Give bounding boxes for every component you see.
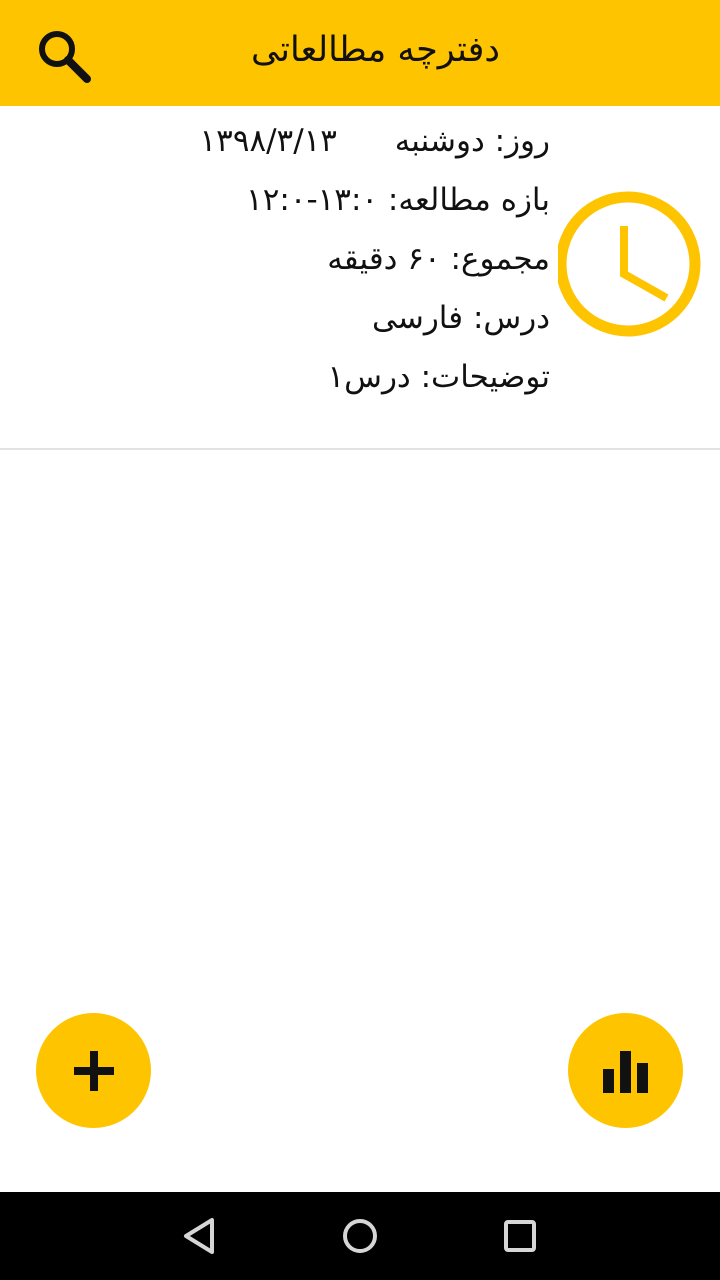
day-name: دوشنبه <box>394 123 485 159</box>
statistics-button[interactable] <box>568 1013 683 1128</box>
search-button[interactable] <box>30 22 96 88</box>
home-circle-icon <box>343 1219 377 1253</box>
total-value: ۶۰ دقیقه <box>327 241 441 277</box>
search-icon <box>39 31 91 83</box>
record-total-line: مجموع: ۶۰ دقیقه <box>200 234 550 293</box>
notes-label: توضیحات: <box>420 359 550 395</box>
bar-chart-icon <box>602 1050 648 1093</box>
record-lesson-line: درس: فارسی <box>200 293 550 352</box>
screen: دفترچه مطالعاتی روز: دوشنبه ۱۳۹۸/۳/۱۳ با… <box>0 0 720 1280</box>
back-triangle-icon <box>184 1218 214 1254</box>
lesson-label: درس: <box>472 300 550 336</box>
range-label: بازه مطالعه: <box>387 182 550 218</box>
study-record-card[interactable]: روز: دوشنبه ۱۳۹۸/۳/۱۳ بازه مطالعه: ۱۳:۰-… <box>0 106 720 450</box>
page-title: دفترچه مطالعاتی <box>251 30 500 70</box>
system-navigation-bar <box>0 1192 720 1280</box>
add-record-button[interactable] <box>36 1013 151 1128</box>
day-label: روز: <box>494 123 550 159</box>
notes-value: درس۱ <box>327 359 411 395</box>
lesson-value: فارسی <box>372 300 464 336</box>
range-value: ۱۳:۰-۱۲:۰ <box>246 182 379 218</box>
app-bar: دفترچه مطالعاتی <box>0 0 720 106</box>
record-notes-line: توضیحات: درس۱ <box>200 352 550 411</box>
clock-icon <box>558 186 708 342</box>
nav-recents-button[interactable] <box>490 1206 550 1266</box>
record-range-line: بازه مطالعه: ۱۳:۰-۱۲:۰ <box>200 175 550 234</box>
recent-square-icon <box>504 1220 536 1252</box>
nav-home-button[interactable] <box>330 1206 390 1266</box>
nav-back-button[interactable] <box>170 1206 230 1266</box>
record-day-line: روز: دوشنبه ۱۳۹۸/۳/۱۳ <box>200 116 550 175</box>
record-details: روز: دوشنبه ۱۳۹۸/۳/۱۳ بازه مطالعه: ۱۳:۰-… <box>200 116 550 411</box>
plus-icon <box>73 1050 114 1091</box>
total-label: مجموع: <box>450 241 551 277</box>
record-date: ۱۳۹۸/۳/۱۳ <box>199 123 337 159</box>
